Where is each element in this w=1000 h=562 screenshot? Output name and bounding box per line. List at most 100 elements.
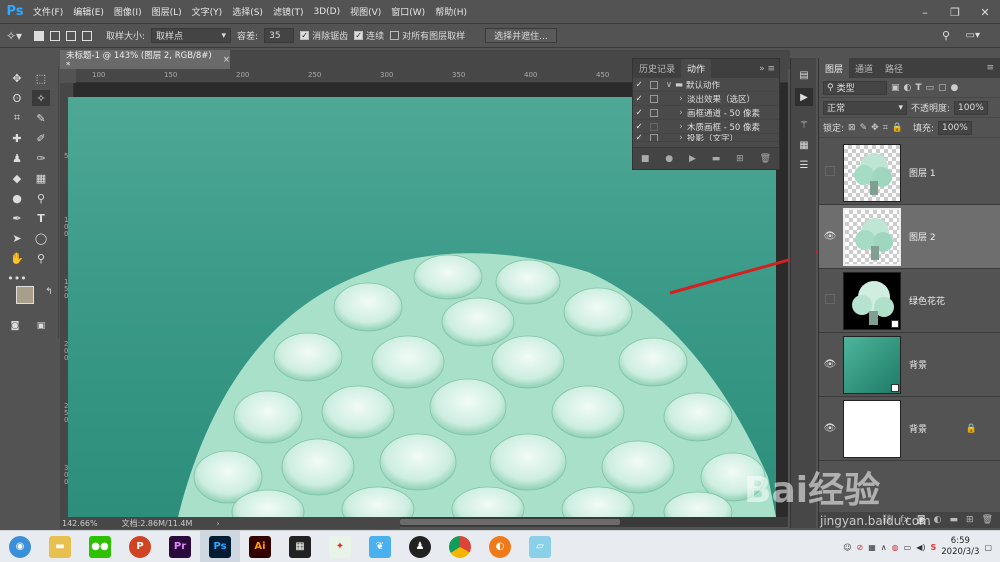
magic-wand-tool-icon[interactable]: ✧ [32,90,50,106]
taskbar-app-blue[interactable]: ❦ [360,531,400,562]
check-icon[interactable]: ✓ [633,80,645,90]
tab-paths[interactable]: 路径 [879,58,909,78]
chevron-down-icon[interactable]: ∨ [663,80,675,90]
start-button[interactable]: ◉ [0,531,40,562]
tray-antivirus-icon[interactable]: ◍ [892,543,899,552]
layer-row[interactable]: 👁 背景 🔒 [819,397,1000,461]
layer-row-selected[interactable]: 👁 图层 2 [819,205,1000,269]
chevron-right-icon[interactable]: › [675,94,687,104]
taskbar-powerpoint[interactable]: P [120,531,160,562]
visibility-toggle[interactable] [819,294,841,307]
menu-filter[interactable]: 滤镜(T) [268,5,309,18]
move-tool-icon[interactable]: ✥ [8,70,26,86]
tab-channels[interactable]: 通道 [849,58,879,78]
tolerance-input[interactable]: 35 [264,28,295,43]
filter-smart-icon[interactable]: ▢ [938,83,947,93]
delete-icon[interactable]: 🗑 [760,154,771,164]
more-tools-icon[interactable]: ••• [7,270,26,286]
lock-position-icon[interactable]: ✥ [871,123,879,133]
layer-name[interactable]: 背景 [909,358,927,371]
opacity-input[interactable]: 100% [954,100,989,115]
panel-collapse-icon[interactable]: » ≡ [759,64,779,74]
new-layer-icon[interactable]: ⊞ [966,515,974,525]
filter-shape-icon[interactable]: ▭ [926,83,935,93]
check-icon[interactable]: ✓ [633,108,645,118]
eye-icon[interactable]: 👁 [819,359,841,370]
sample-size-select[interactable]: 取样点 ▾ [151,28,232,43]
menu-layer[interactable]: 图层(L) [147,5,187,18]
minimize-button[interactable]: – [910,0,940,24]
tray-user-icon[interactable]: ☺ [843,543,851,552]
status-arrow-icon[interactable]: › [216,519,219,528]
path-selection-icon[interactable]: ➤ [8,230,26,246]
quick-mask-icon[interactable]: ◙ [6,318,24,334]
tray-network-icon[interactable]: ▦ [868,543,876,552]
tray-chevron-icon[interactable]: ∧ [881,543,887,552]
new-set-icon[interactable]: ▬ [712,154,721,164]
chevron-right-icon[interactable]: › [675,108,687,118]
contiguous-checkbox[interactable]: ✓ 连续 [354,29,384,42]
action-row[interactable]: ✓ › 木质画框 - 50 像素 [633,120,779,134]
taskbar-illustrator[interactable]: Ai [240,531,280,562]
menu-type[interactable]: 文字(Y) [187,5,228,18]
chevron-right-icon[interactable]: › [675,122,687,132]
add-selection-icon[interactable] [50,30,60,41]
taskbar-app-green[interactable]: ✦ [320,531,360,562]
stop-icon[interactable]: ■ [641,154,650,164]
layer-row[interactable]: 👁 背景 [819,333,1000,397]
lock-transparent-icon[interactable]: ⊠ [848,123,856,133]
scrollbar-thumb[interactable] [400,519,620,525]
tray-ime-icon[interactable]: S [930,543,936,552]
new-group-icon[interactable]: ▬ [950,515,959,525]
document-tab[interactable]: 未标题-1 @ 143% (图层 2, RGB/8#) * × [60,50,230,71]
layer-row[interactable]: 绿色花花 [819,269,1000,333]
menu-window[interactable]: 窗口(W) [386,5,430,18]
search-icon[interactable]: ⚲ [942,29,950,42]
action-row[interactable]: ✓ › 画框通道 - 50 像素 [633,106,779,120]
gradient-tool-icon[interactable]: ▦ [32,170,50,186]
action-row[interactable]: ✓ › 投影（文字） [633,134,779,142]
taskbar-photoshop[interactable]: Ps [200,530,240,562]
check-icon[interactable]: ✓ [633,94,645,104]
taskbar-wechat[interactable]: ●● [80,531,120,562]
layer-name[interactable]: 绿色花花 [909,294,945,307]
lock-artboard-icon[interactable]: ⌗ [883,123,888,133]
dodge-tool-icon[interactable]: ⚲ [32,190,50,206]
play-icon[interactable]: ▶ [689,154,696,164]
menu-3d[interactable]: 3D(D) [308,7,345,17]
menu-help[interactable]: 帮助(H) [430,5,472,18]
eyedropper-tool-icon[interactable]: ✎ [32,110,50,126]
visibility-toggle[interactable] [819,166,841,179]
type-tool-icon[interactable]: T [32,210,50,226]
taskbar-video[interactable]: ▦ [280,531,320,562]
filter-toggle-icon[interactable]: ● [951,83,959,93]
ellipse-tool-icon[interactable]: ◯ [32,230,50,246]
zoom-level[interactable]: 142.66% [62,519,98,528]
panel-menu-icon[interactable]: ≡ [986,63,1000,73]
dialog-toggle-icon[interactable] [650,94,658,103]
notification-icon[interactable]: ▢ [984,543,992,552]
fill-input[interactable]: 100% [938,120,973,135]
taskbar-explorer[interactable]: ▬ [40,531,80,562]
menu-select[interactable]: 选择(S) [227,5,268,18]
layer-name[interactable]: 图层 2 [909,230,936,243]
tab-actions[interactable]: 动作 [681,59,712,78]
tray-shield-icon[interactable]: ⊘ [857,543,864,552]
new-selection-icon[interactable] [34,30,44,41]
eraser-tool-icon[interactable]: ◆ [8,170,26,186]
zoom-tool-icon[interactable]: ⚲ [32,250,50,266]
new-action-icon[interactable]: ⊞ [736,154,744,164]
dialog-toggle-icon[interactable] [650,122,658,131]
eye-icon[interactable]: 👁 [819,423,841,434]
history-panel-icon[interactable]: ▤ [795,66,813,84]
lock-pixels-icon[interactable]: ✎ [860,123,868,133]
tray-volume-icon[interactable]: ◀) [916,543,925,552]
action-row[interactable]: ✓ › 淡出效果（选区） [633,92,779,106]
taskbar-app-cyan[interactable]: ▱ [520,531,560,562]
layer-name[interactable]: 图层 1 [909,166,936,179]
clock[interactable]: 6:59 2020/3/3 [941,536,979,558]
swap-colors-icon[interactable]: ↰ [40,284,58,300]
record-icon[interactable]: ● [665,154,673,164]
filter-type-icon[interactable]: T [915,83,921,93]
subtract-selection-icon[interactable] [66,30,76,41]
